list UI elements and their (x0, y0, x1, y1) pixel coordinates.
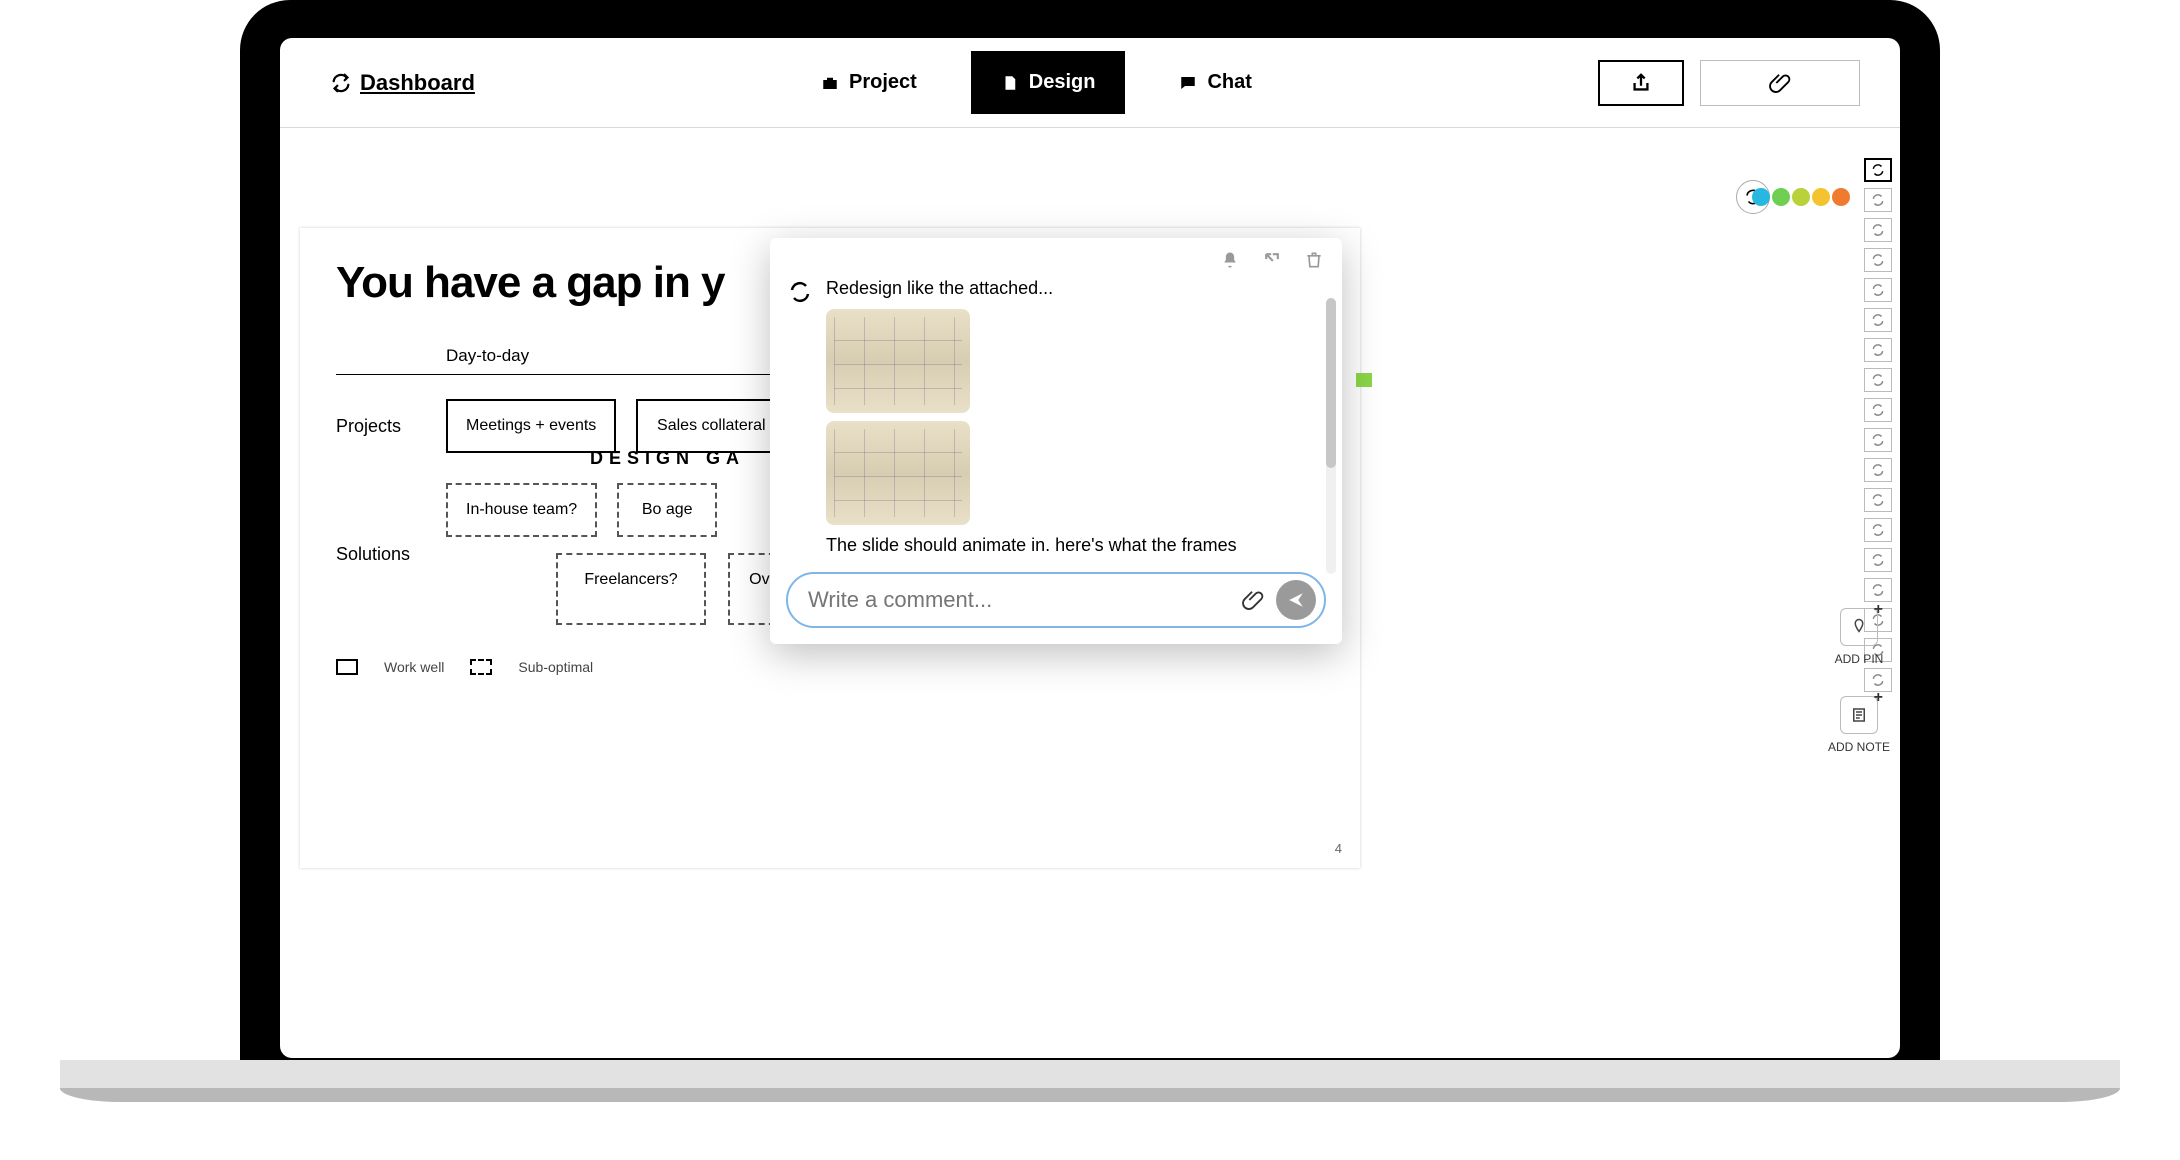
thumb-13[interactable] (1864, 518, 1892, 542)
color-dot-4[interactable] (1812, 188, 1830, 206)
thumb-2[interactable] (1864, 188, 1892, 212)
add-pin-button[interactable]: + ADD PIN (1828, 608, 1890, 666)
header-bar: Dashboard Project Design Chat (280, 38, 1900, 128)
chat-icon (1179, 74, 1197, 92)
popover-scroll-thumb[interactable] (1326, 298, 1336, 468)
tile-meetings[interactable]: Meetings + events (446, 399, 616, 453)
paperclip-icon (1769, 72, 1791, 94)
thumb-12[interactable] (1864, 488, 1892, 512)
popover-scrollbar[interactable] (1326, 298, 1336, 574)
attachment-thumbnail-1[interactable] (826, 309, 970, 413)
thumb-4[interactable] (1864, 248, 1892, 272)
thumb-8[interactable] (1864, 368, 1892, 392)
attach-icon[interactable] (1242, 589, 1264, 611)
attachment-thumbnail-2[interactable] (826, 421, 970, 525)
open-external-icon[interactable] (1262, 250, 1282, 270)
tile-freelancers[interactable]: Freelancers? (556, 553, 706, 625)
thumb-9[interactable] (1864, 398, 1892, 422)
brand-label: Dashboard (360, 70, 475, 96)
nav-design-label: Design (1029, 71, 1096, 94)
sync-icon (788, 280, 812, 304)
comment-compose (786, 572, 1326, 628)
thumb-7[interactable] (1864, 338, 1892, 362)
nav-design[interactable]: Design (971, 51, 1126, 114)
comment-text-2: The slide should animate in. here's what… (826, 533, 1322, 558)
canvas: You have a gap in y DESIGN GA Day-to-day… (280, 128, 1900, 1058)
share-button[interactable] (1598, 60, 1684, 106)
comment-avatar (788, 276, 812, 558)
nav-chat[interactable]: Chat (1149, 51, 1281, 114)
thumb-1[interactable] (1864, 158, 1892, 182)
bell-icon[interactable] (1220, 250, 1240, 270)
thumb-15[interactable] (1864, 578, 1892, 602)
file-icon (1001, 74, 1019, 92)
add-pin-label: ADD PIN (1835, 652, 1884, 666)
sync-icon (330, 72, 352, 94)
app-window: Dashboard Project Design Chat (280, 38, 1900, 1058)
color-dot-1[interactable] (1752, 188, 1770, 206)
thumb-11[interactable] (1864, 458, 1892, 482)
trash-icon[interactable] (1304, 250, 1324, 270)
comment-input[interactable] (808, 587, 1230, 613)
legend-swatch-solid (336, 659, 358, 675)
color-palette (1752, 188, 1850, 206)
pin-icon (1850, 618, 1868, 636)
thumb-14[interactable] (1864, 548, 1892, 572)
legend: Work well Sub-optimal (336, 659, 1324, 675)
tile-inhouse[interactable]: In-house team? (446, 483, 597, 537)
row-projects-label: Projects (336, 416, 446, 437)
slide-flag-marker[interactable] (1356, 373, 1372, 387)
row-solutions-label: Solutions (336, 544, 446, 565)
legend-sub-optimal: Sub-optimal (518, 659, 593, 675)
tile-sales[interactable]: Sales collateral (636, 399, 786, 453)
thumb-6[interactable] (1864, 308, 1892, 332)
nav-project-label: Project (849, 71, 917, 94)
logo-dashboard[interactable]: Dashboard (330, 70, 475, 96)
tile-boutique[interactable]: Bo age (617, 483, 717, 537)
comment-popover: Redesign like the attached... The slide … (770, 238, 1342, 644)
add-note-button[interactable]: + ADD NOTE (1828, 696, 1890, 754)
legend-work-well: Work well (384, 659, 444, 675)
share-icon (1630, 72, 1652, 94)
thumb-3[interactable] (1864, 218, 1892, 242)
note-icon (1850, 706, 1868, 724)
briefcase-icon (821, 74, 839, 92)
add-note-label: ADD NOTE (1828, 740, 1890, 754)
comment-text-1: Redesign like the attached... (826, 276, 1322, 301)
thumb-10[interactable] (1864, 428, 1892, 452)
page-number: 4 (1335, 841, 1342, 856)
thumb-5[interactable] (1864, 278, 1892, 302)
legend-swatch-dash (470, 659, 492, 675)
color-dot-5[interactable] (1832, 188, 1850, 206)
send-button[interactable] (1276, 580, 1316, 620)
nav-chat-label: Chat (1207, 71, 1251, 94)
color-dot-3[interactable] (1792, 188, 1810, 206)
color-dot-2[interactable] (1772, 188, 1790, 206)
nav-project[interactable]: Project (791, 51, 947, 114)
attachment-button[interactable] (1700, 60, 1860, 106)
design-gap-label: DESIGN GA (590, 448, 745, 469)
